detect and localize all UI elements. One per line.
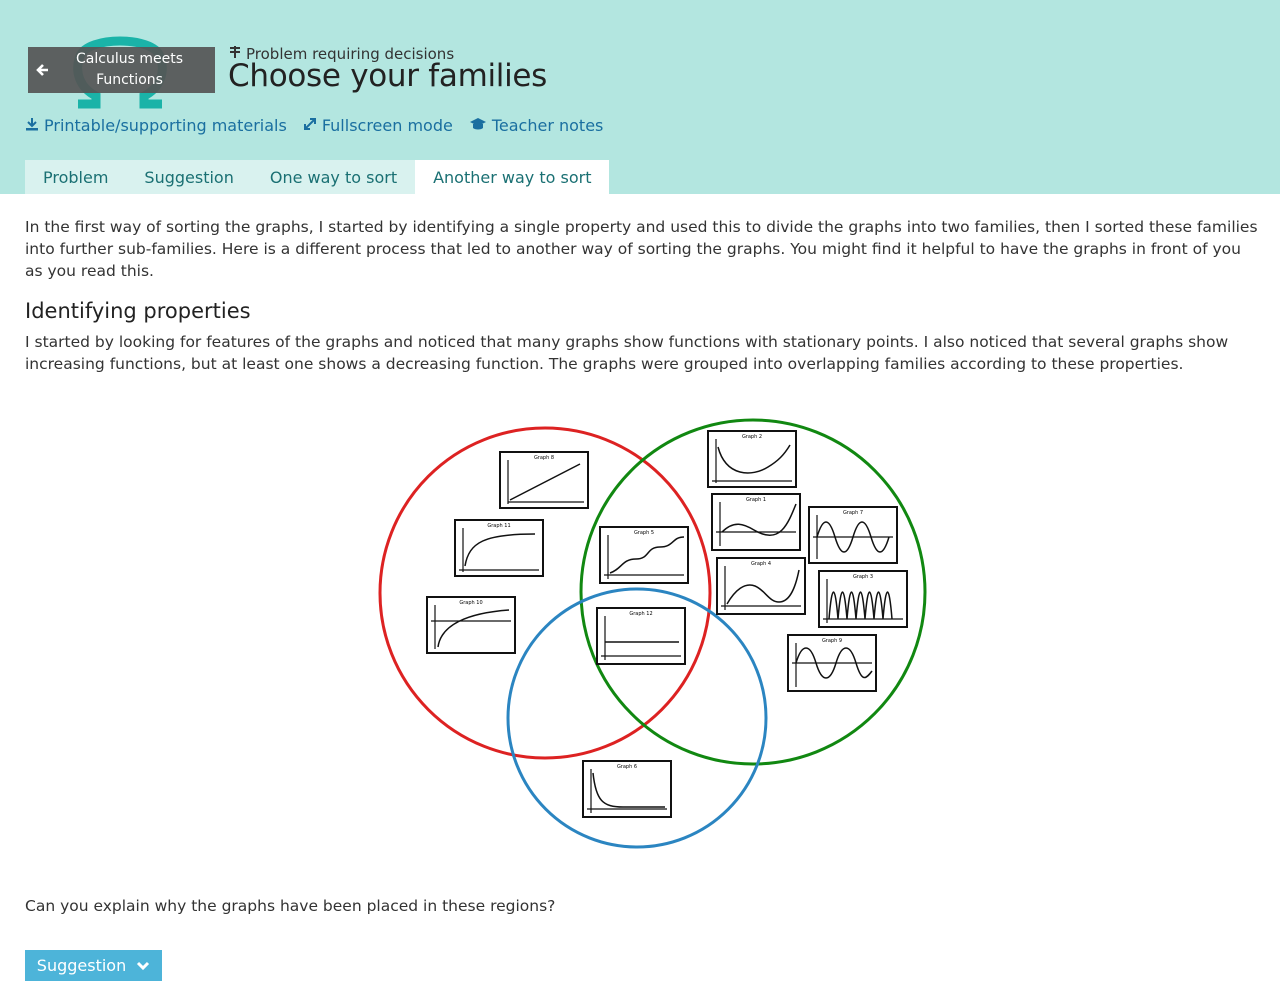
- graph-label: Graph 3: [853, 574, 873, 580]
- graph-card: Graph 12: [596, 607, 686, 665]
- suggestion-button-label: Suggestion: [36, 956, 127, 975]
- graph-label: Graph 8: [534, 455, 554, 461]
- intro-section: In the first way of sorting the graphs, …: [25, 216, 1260, 282]
- page-title: Choose your families: [228, 58, 548, 94]
- printable-materials-link[interactable]: Printable/supporting materials: [25, 116, 287, 135]
- download-icon: [25, 116, 39, 135]
- graph-label: Graph 5: [634, 530, 654, 536]
- graph-label: Graph 9: [822, 638, 842, 644]
- printable-materials-label: Printable/supporting materials: [44, 116, 287, 135]
- graph-card: Graph 7: [808, 506, 898, 564]
- tab-one-way-to-sort[interactable]: One way to sort: [251, 160, 416, 194]
- arrow-left-icon: [32, 63, 54, 77]
- suggestion-button[interactable]: Suggestion: [25, 950, 162, 981]
- graph-card: Graph 9: [787, 634, 877, 692]
- graph-card: Graph 8: [499, 451, 589, 509]
- fullscreen-label: Fullscreen mode: [321, 116, 453, 135]
- graph-label: Graph 7: [843, 510, 863, 516]
- tab-another-way-to-sort[interactable]: Another way to sort: [415, 160, 610, 194]
- graph-card: Graph 6: [582, 760, 672, 818]
- graph-label: Graph 12: [629, 611, 652, 617]
- resource-links: Printable/supporting materials Fullscree…: [25, 116, 603, 135]
- intro-paragraph: In the first way of sorting the graphs, …: [25, 218, 1258, 280]
- teacher-notes-label: Teacher notes: [491, 116, 604, 135]
- graph-label: Graph 4: [751, 561, 771, 567]
- graph-card: Graph 3: [818, 570, 908, 628]
- graph-card: Graph 4: [716, 557, 806, 615]
- back-button[interactable]: Calculus meets Functions: [28, 47, 215, 93]
- tab-problem[interactable]: Problem: [25, 160, 127, 194]
- graph-label: Graph 6: [617, 764, 637, 770]
- teacher-notes-link[interactable]: Teacher notes: [469, 116, 604, 135]
- graph-card: Graph 10: [426, 596, 516, 654]
- graph-card: Graph 11: [454, 519, 544, 577]
- graph-label: Graph 2: [742, 434, 762, 440]
- chevron-down-icon: [136, 956, 150, 975]
- expand-icon: [303, 116, 317, 135]
- header: Calculus meets Functions Problem requiri…: [0, 0, 1280, 194]
- fullscreen-link[interactable]: Fullscreen mode: [303, 116, 453, 135]
- graph-label: Graph 10: [459, 600, 482, 606]
- section-paragraph: I started by looking for features of the…: [25, 333, 1229, 373]
- graph-label: Graph 1: [746, 497, 766, 503]
- tab-suggestion[interactable]: Suggestion: [126, 160, 252, 194]
- question-text: Can you explain why the graphs have been…: [25, 897, 556, 915]
- graduation-cap-icon: [469, 116, 487, 135]
- graph-card: Graph 2: [707, 430, 797, 488]
- graph-card: Graph 5: [599, 526, 689, 584]
- graph-card: Graph 1: [711, 493, 801, 551]
- back-button-label: Calculus meets Functions: [76, 51, 183, 88]
- graph-label: Graph 11: [487, 523, 510, 529]
- tab-bar: Problem Suggestion One way to sort Anoth…: [25, 160, 610, 194]
- section-heading: Identifying properties: [25, 299, 251, 323]
- venn-diagram: Graph 8 Graph 11 Graph 10 Graph 5 Graph …: [378, 418, 927, 849]
